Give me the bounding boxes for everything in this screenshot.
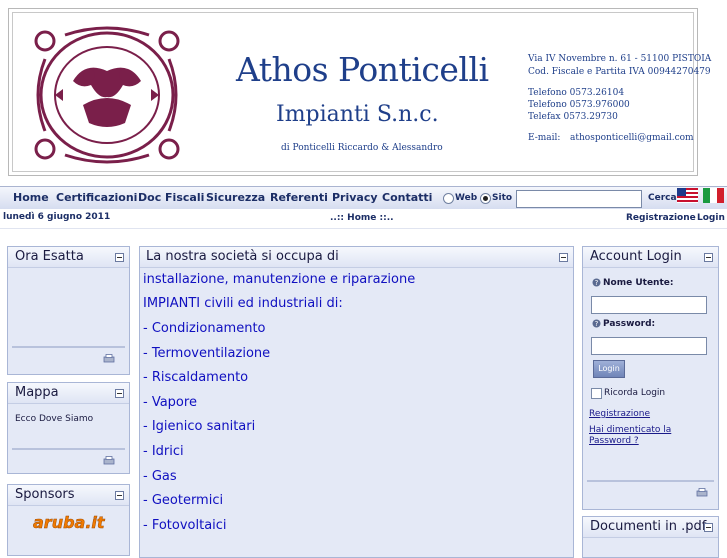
password-label: Password: <box>603 319 656 329</box>
content-line: - Idrici <box>143 444 184 459</box>
clock-box: Ora Esatta <box>7 246 130 375</box>
svg-text:?: ? <box>595 320 599 328</box>
password-input[interactable] <box>591 337 707 355</box>
minimize-icon[interactable] <box>115 491 124 500</box>
clock-box-header: Ora Esatta <box>8 247 129 268</box>
company-owners: di Ponticelli Riccardo & Alessandro <box>281 143 443 153</box>
nav-certificazioni[interactable]: Certificazioni <box>56 191 137 204</box>
clock-box-title: Ora Esatta <box>15 249 84 264</box>
nav-sicurezza[interactable]: Sicurezza <box>206 191 265 204</box>
svg-text:?: ? <box>595 279 599 287</box>
help-icon: ? <box>592 278 601 287</box>
map-box: Mappa Ecco Dove Siamo <box>7 382 130 474</box>
registration-link[interactable]: Registrazione <box>589 409 650 419</box>
current-date: lunedì 6 giugno 2011 <box>3 212 111 222</box>
info-bar: lunedì 6 giugno 2011 ..:: Home ::.. Regi… <box>0 209 727 229</box>
radio-web-label: Web <box>455 193 478 203</box>
content-line: - Geotermici <box>143 493 224 508</box>
company-phone-1: Telefono 0573.26104 <box>528 88 625 98</box>
map-link[interactable]: Ecco Dove Siamo <box>15 414 93 424</box>
company-tax-id: Cod. Fiscale e Partita IVA 00944270479 <box>528 67 711 77</box>
remember-label: Ricorda Login <box>604 388 666 398</box>
breadcrumb[interactable]: ..:: Home ::.. <box>330 213 394 223</box>
flag-it-icon[interactable] <box>703 188 724 203</box>
content-line: - Riscaldamento <box>143 370 249 385</box>
divider <box>12 448 125 450</box>
site-header: Athos Ponticelli Impianti S.n.c. di Pont… <box>8 8 711 176</box>
company-logo <box>34 26 180 164</box>
login-box: Account Login ? Nome Utente: ? Password:… <box>582 246 719 510</box>
main-content-box: La nostra società si occupa di <box>139 246 574 558</box>
content-line: installazione, manutenzione e riparazion… <box>143 272 416 287</box>
email-label: E-mail: <box>528 133 561 143</box>
nav-referenti[interactable]: Referenti <box>270 191 328 204</box>
print-icon[interactable] <box>103 456 115 465</box>
divider <box>587 480 714 482</box>
content-line: - Termoventilazione <box>143 346 271 361</box>
company-type: Impianti S.n.c. <box>276 102 439 127</box>
forgot-password-link-2[interactable]: Password ? <box>589 436 639 446</box>
nav-home[interactable]: Home <box>13 191 49 204</box>
header-frame: Athos Ponticelli Impianti S.n.c. di Pont… <box>12 12 711 172</box>
nav-doc-fiscali[interactable]: Doc Fiscali <box>138 191 204 204</box>
documents-box-header: Documenti in .pdf <box>583 517 718 538</box>
radio-site[interactable] <box>480 193 491 204</box>
content-line: - Vapore <box>143 395 197 410</box>
sponsors-box: Sponsors aruba.it <box>7 484 130 556</box>
login-box-title: Account Login <box>590 249 682 264</box>
login-link[interactable]: Login <box>697 213 725 223</box>
login-button[interactable]: Login <box>593 360 625 378</box>
username-input[interactable] <box>591 296 707 314</box>
remember-checkbox[interactable] <box>591 388 602 399</box>
minimize-icon[interactable] <box>559 253 568 262</box>
content-line: - Gas <box>143 469 177 484</box>
minimize-icon[interactable] <box>115 389 124 398</box>
username-label: Nome Utente: <box>603 278 674 288</box>
forgot-password-link[interactable]: Hai dimenticato la <box>589 425 671 435</box>
sponsors-box-title: Sponsors <box>15 487 75 502</box>
content-line: - Condizionamento <box>143 321 266 336</box>
content-line: IMPIANTI civili ed industriali di: <box>143 296 343 311</box>
company-fax: Telefax 0573.29730 <box>528 112 618 122</box>
register-link[interactable]: Registrazione <box>626 213 696 223</box>
print-icon[interactable] <box>103 354 115 363</box>
radio-web[interactable] <box>443 193 454 204</box>
company-address: Via IV Novembre n. 61 - 51100 PISTOIA <box>528 54 712 64</box>
map-box-title: Mappa <box>15 385 59 400</box>
search-button[interactable]: Cerca <box>648 193 677 203</box>
company-phone-2: Telefono 0573.976000 <box>528 100 630 110</box>
nav-contatti[interactable]: Contatti <box>382 191 432 204</box>
main-nav: Home Certificazioni Doc Fiscali Sicurezz… <box>0 186 727 210</box>
nav-privacy[interactable]: Privacy <box>332 191 378 204</box>
minimize-icon[interactable] <box>704 523 713 532</box>
main-content-header: La nostra società si occupa di <box>140 247 573 268</box>
login-box-header: Account Login <box>583 247 718 268</box>
content-line: - Fotovoltaici <box>143 518 227 533</box>
search-input[interactable] <box>516 190 642 208</box>
documents-box-title: Documenti in .pdf <box>590 519 707 534</box>
main-content-title: La nostra società si occupa di <box>146 249 339 264</box>
help-icon: ? <box>592 319 601 328</box>
company-email: athosponticelli@gmail.com <box>570 133 694 143</box>
company-name: Athos Ponticelli <box>236 50 489 89</box>
flag-us-icon[interactable] <box>677 188 698 203</box>
minimize-icon[interactable] <box>115 253 124 262</box>
print-icon[interactable] <box>696 488 708 497</box>
map-box-header: Mappa <box>8 383 129 404</box>
content-line: - Igienico sanitari <box>143 419 256 434</box>
documents-box: Documenti in .pdf <box>582 516 719 558</box>
radio-site-label: Sito <box>492 193 513 203</box>
minimize-icon[interactable] <box>704 253 713 262</box>
sponsor-aruba-logo[interactable]: aruba.it <box>33 513 105 533</box>
divider <box>12 346 125 348</box>
sponsors-box-header: Sponsors <box>8 485 129 506</box>
